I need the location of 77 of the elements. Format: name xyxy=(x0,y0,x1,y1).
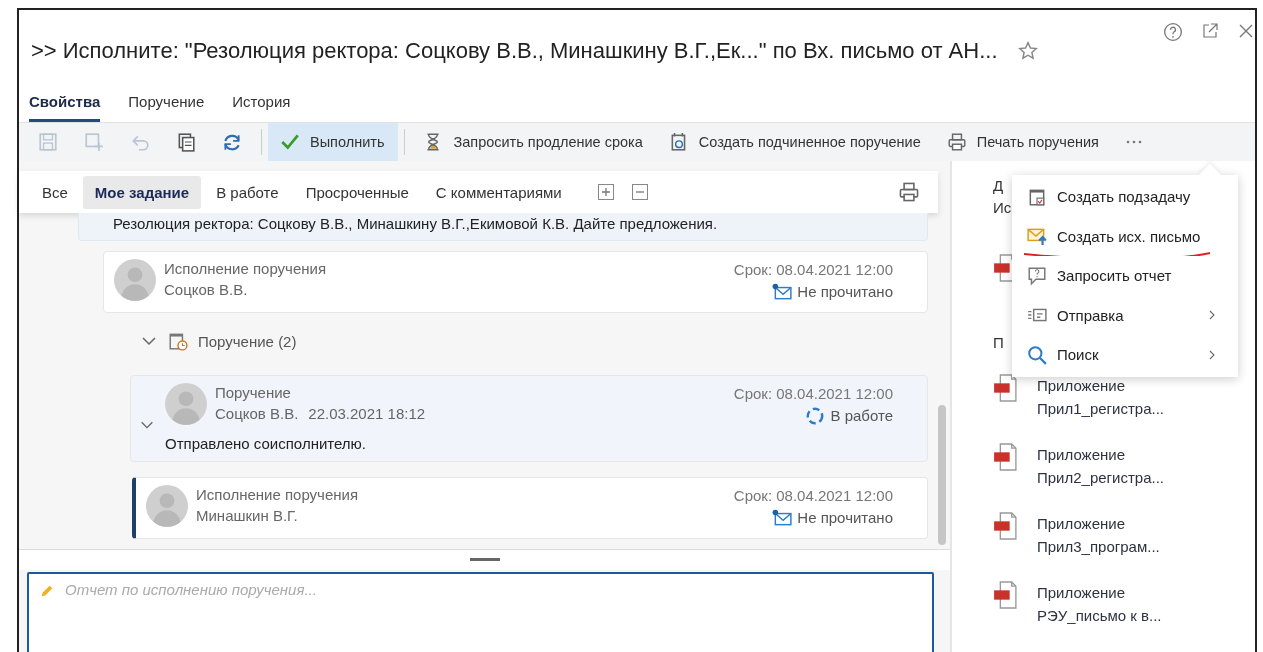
printer-icon[interactable] xyxy=(898,181,920,203)
report-field[interactable]: Отчет по исполнению поручения... xyxy=(27,572,934,652)
section-label: Ис xyxy=(993,198,1012,218)
filter-tab[interactable]: В работе xyxy=(204,175,291,209)
window-title: >> Исполните: "Резолюция ректора: Соцкову В.В., Минашкину В.Г.,Ек..." по Вх. письмо от АН... xyxy=(31,38,998,64)
refresh-icon[interactable] xyxy=(222,132,242,152)
author-name: Соцков В.В. xyxy=(164,280,248,300)
menu-item-label: Создать исх. письмо xyxy=(1057,227,1202,245)
section-label: Д xyxy=(993,176,1004,196)
close-icon[interactable] xyxy=(1237,22,1255,40)
avatar-icon xyxy=(114,259,156,301)
author-name: Соцков В.В. xyxy=(215,404,299,424)
expand-all-icon[interactable] xyxy=(596,183,615,201)
pdf-file-icon[interactable] xyxy=(993,581,1017,609)
task-card[interactable]: Исполнение поручения Минашкин В.Г. Срок: 08.04.2021 12:00 Не прочитано xyxy=(132,477,928,539)
task-card[interactable]: Поручение Соцков В.В. 22.03.2021 18:12 Срок: 08.04.2021 12:00 В работе Отправлено соисполнителю. xyxy=(130,375,928,462)
group-label[interactable]: Поручение (2) xyxy=(198,332,297,350)
author-name: Минашкин В.Г. xyxy=(196,506,298,526)
section-label: П xyxy=(993,333,1004,353)
attachment-name[interactable]: Прил3_програм... xyxy=(1037,535,1160,558)
copy-icon[interactable] xyxy=(176,132,196,152)
menu-item-label: Отправка xyxy=(1057,306,1125,324)
search-icon xyxy=(1027,344,1047,365)
toolbar-button[interactable]: Создать подчиненное поручение xyxy=(656,123,935,161)
attachment-name[interactable]: Прил2_регистра... xyxy=(1037,466,1165,489)
filter-tab[interactable]: С комментариями xyxy=(423,175,574,209)
menu-item-label: Поиск xyxy=(1057,346,1100,364)
attachment-name[interactable]: РЭУ_письмо к в... xyxy=(1037,604,1162,627)
attachment-type: Приложение xyxy=(1037,445,1126,465)
filter-tab[interactable]: Просроченные xyxy=(293,175,421,209)
attachment-type: Приложение xyxy=(1037,376,1126,396)
menu-item[interactable]: Поиск xyxy=(1012,335,1238,375)
attachment-name[interactable]: Прил1_регистра... xyxy=(1037,397,1165,420)
task-title: Исполнение поручения xyxy=(196,485,360,505)
collapse-all-icon[interactable] xyxy=(630,183,649,201)
tab[interactable]: История xyxy=(232,80,291,122)
toolbar-button[interactable]: Запросить продление срока xyxy=(411,123,657,161)
pdf-file-icon[interactable] xyxy=(993,374,1017,402)
menu-item[interactable]: Создать подзадачу xyxy=(1012,177,1238,217)
toolbar-button[interactable]: Выполнить xyxy=(268,123,399,161)
due-date: Срок: 08.04.2021 12:00 xyxy=(733,384,893,404)
tab[interactable]: Поручение xyxy=(128,80,205,122)
resolution-text: Резолюция ректора: Соцкову В.В., Минашкину В.Г.,Екимовой К.В. Дайте предложения. xyxy=(113,215,718,232)
task-date: 22.03.2021 18:12 xyxy=(308,404,426,424)
pdf-file-icon[interactable] xyxy=(993,443,1017,471)
due-date: Срок: 08.04.2021 12:00 xyxy=(733,486,893,506)
scrollbar-thumb[interactable] xyxy=(938,405,946,545)
help-icon[interactable] xyxy=(1163,22,1183,42)
printer-icon xyxy=(946,132,967,152)
menu-item[interactable]: Создать исх. письмо xyxy=(1012,216,1238,256)
attachment-type: Приложение xyxy=(1037,514,1126,534)
due-date: Срок: 08.04.2021 12:00 xyxy=(733,260,893,280)
popout-icon[interactable] xyxy=(1201,22,1219,40)
star-icon[interactable] xyxy=(1017,41,1038,61)
filter-tab[interactable]: Все xyxy=(30,175,80,209)
menu-item[interactable]: Запросить отчет xyxy=(1012,256,1238,296)
avatar-icon xyxy=(146,485,188,527)
envelope-upload-icon xyxy=(1027,226,1047,247)
question-bubble-icon xyxy=(1027,265,1047,286)
filter-tab[interactable]: Мое задание xyxy=(82,175,202,209)
splitter-handle[interactable] xyxy=(469,558,500,561)
attachment-type: Приложение xyxy=(1037,583,1126,603)
comment-text: Отправлено соисполнителю. xyxy=(165,434,367,454)
task-title: Поручение xyxy=(215,383,292,403)
calendar-clock-icon xyxy=(168,331,188,351)
menu-item-label: Создать подзадачу xyxy=(1057,188,1192,206)
toolbar-button[interactable]: Печать поручения xyxy=(934,123,1113,161)
status-label: Не прочитано xyxy=(797,282,893,302)
avatar-icon xyxy=(165,383,207,425)
status-label: В работе xyxy=(830,406,893,426)
status-label: Не прочитано xyxy=(797,508,893,528)
check-icon xyxy=(280,132,300,152)
menu-item[interactable]: Отправка xyxy=(1012,295,1238,335)
task-card[interactable]: Исполнение поручения Соцков В.В. Срок: 08.04.2021 12:00 Не прочитано xyxy=(103,251,928,313)
pdf-file-icon[interactable] xyxy=(993,512,1017,540)
menu-item-label: Запросить отчет xyxy=(1057,267,1173,285)
task-title: Исполнение поручения xyxy=(164,259,328,279)
